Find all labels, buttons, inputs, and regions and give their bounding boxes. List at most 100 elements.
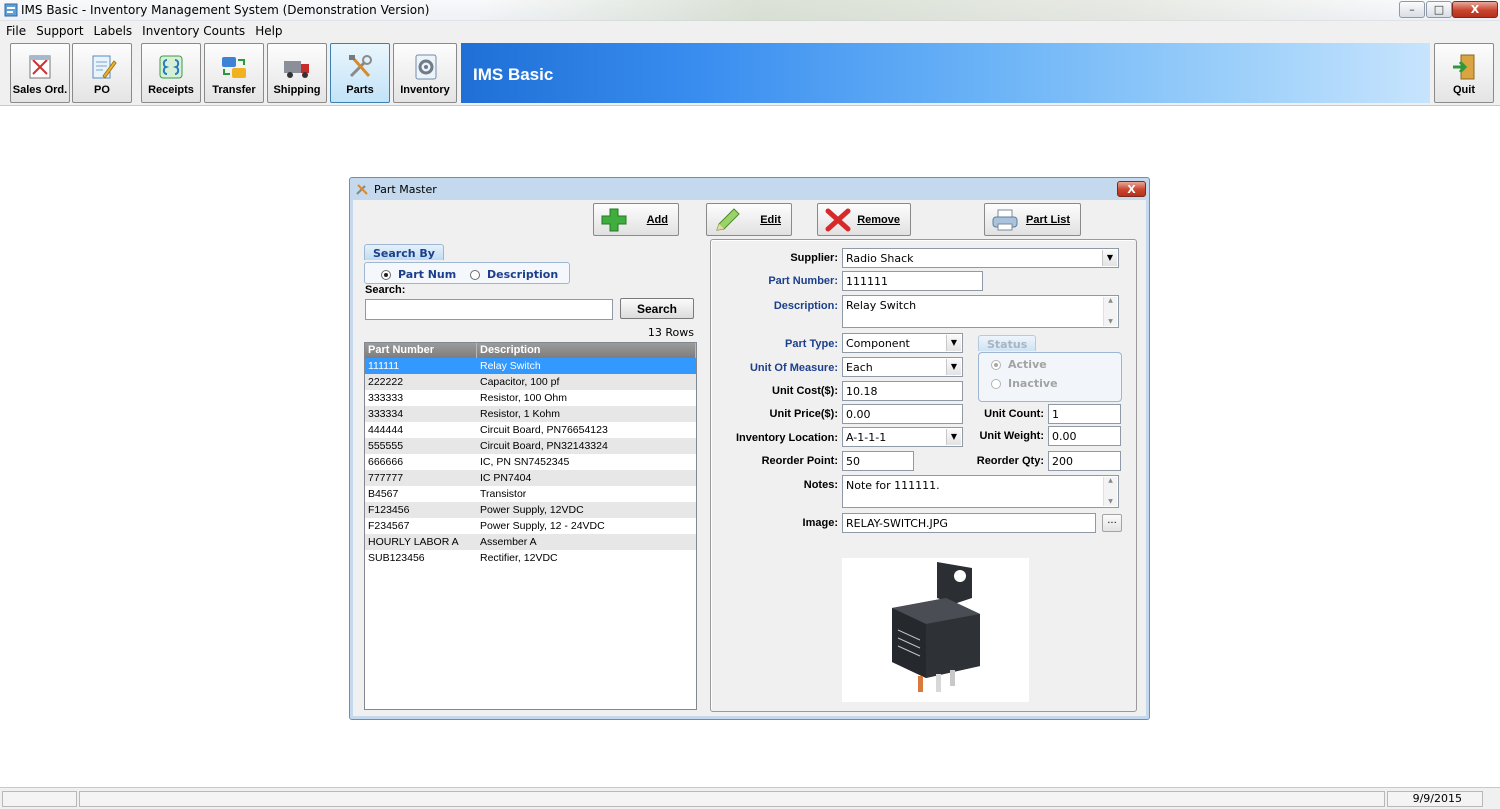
notes-textarea[interactable]: Note for 111111. ▲ ▼ bbox=[842, 475, 1119, 508]
cell-description: Power Supply, 12VDC bbox=[480, 504, 584, 516]
table-row[interactable]: 333333 Resistor, 100 Ohm bbox=[365, 390, 696, 406]
table-row[interactable]: 111111 Relay Switch bbox=[365, 358, 696, 374]
sales-order-label: Sales Ord. bbox=[12, 84, 68, 96]
inventory-location-value: A-1-1-1 bbox=[846, 431, 887, 444]
title-bar-decoration bbox=[480, 0, 1400, 21]
minimize-button[interactable]: – bbox=[1399, 1, 1425, 18]
table-row[interactable]: F234567 Power Supply, 12 - 24VDC bbox=[365, 518, 696, 534]
cell-description: Circuit Board, PN76654123 bbox=[480, 424, 608, 436]
table-row[interactable]: 444444 Circuit Board, PN76654123 bbox=[365, 422, 696, 438]
reorder-point-input[interactable]: 50 bbox=[842, 451, 914, 471]
menu-inventory-counts[interactable]: Inventory Counts bbox=[142, 24, 245, 38]
chevron-down-icon: ▼ bbox=[1102, 250, 1117, 266]
status-bar: 9/9/2015 bbox=[0, 787, 1500, 809]
reorder-qty-input[interactable]: 200 bbox=[1048, 451, 1121, 471]
radio-description[interactable]: Description bbox=[470, 268, 558, 281]
table-row[interactable]: 555555 Circuit Board, PN32143324 bbox=[365, 438, 696, 454]
search-button[interactable]: Search bbox=[620, 298, 694, 319]
transfer-button[interactable]: Transfer bbox=[204, 43, 264, 103]
minimize-icon: – bbox=[1409, 3, 1415, 16]
sales-order-button[interactable]: Sales Ord. bbox=[10, 43, 70, 103]
receipts-button[interactable]: Receipts bbox=[141, 43, 201, 103]
unit-weight-input[interactable]: 0.00 bbox=[1048, 426, 1121, 446]
radio-active: Active bbox=[991, 358, 1047, 371]
parts-grid[interactable]: Part Number Description 111111 Relay Swit… bbox=[364, 342, 697, 710]
column-header-part-number[interactable]: Part Number bbox=[365, 343, 477, 358]
search-label: Search: bbox=[365, 284, 406, 296]
table-row[interactable]: F123456 Power Supply, 12VDC bbox=[365, 502, 696, 518]
close-icon: X bbox=[1127, 182, 1136, 196]
part-type-select[interactable]: Component ▼ bbox=[842, 333, 963, 353]
cell-part-number: 111111 bbox=[368, 360, 400, 372]
unit-count-input[interactable]: 1 bbox=[1048, 404, 1121, 424]
add-button[interactable]: Add bbox=[593, 203, 679, 236]
tools-icon bbox=[349, 55, 372, 78]
po-icon bbox=[92, 55, 117, 79]
shipping-button[interactable]: Shipping bbox=[267, 43, 327, 103]
inventory-location-select[interactable]: A-1-1-1 ▼ bbox=[842, 427, 963, 447]
receipts-label: Receipts bbox=[148, 84, 194, 96]
part-list-button[interactable]: Part List bbox=[984, 203, 1081, 236]
description-textarea[interactable]: Relay Switch ▲ ▼ bbox=[842, 295, 1119, 328]
quit-label: Quit bbox=[1453, 84, 1475, 96]
menu-support[interactable]: Support bbox=[36, 24, 83, 38]
menu-help[interactable]: Help bbox=[255, 24, 282, 38]
notes-scrollbar[interactable]: ▲ ▼ bbox=[1103, 477, 1117, 506]
status-group: Active Inactive bbox=[978, 352, 1122, 402]
supplier-select[interactable]: Radio Shack ▼ bbox=[842, 248, 1119, 268]
table-row[interactable]: 777777 IC PN7404 bbox=[365, 470, 696, 486]
parts-button[interactable]: Parts bbox=[330, 43, 390, 103]
image-path-input[interactable]: RELAY-SWITCH.JPG bbox=[842, 513, 1096, 533]
unit-of-measure-select[interactable]: Each ▼ bbox=[842, 357, 963, 377]
unit-price-input[interactable]: 0.00 bbox=[842, 404, 963, 424]
table-row[interactable]: 333334 Resistor, 1 Kohm bbox=[365, 406, 696, 422]
radio-inactive-label: Inactive bbox=[1008, 377, 1058, 390]
main-toolbar: Sales Ord. PO Receipts Transfer Shipping… bbox=[0, 40, 1500, 106]
close-window-button[interactable]: X bbox=[1452, 1, 1498, 18]
radio-dot-selected bbox=[991, 359, 1001, 370]
cell-part-number: 555555 bbox=[368, 440, 404, 452]
cell-description: Resistor, 1 Kohm bbox=[480, 408, 560, 420]
truck-icon bbox=[284, 61, 309, 78]
status-date: 9/9/2015 bbox=[1412, 792, 1462, 805]
table-row[interactable]: HOURLY LABOR A Assember A bbox=[365, 534, 696, 550]
quit-button[interactable]: Quit bbox=[1434, 43, 1494, 103]
radio-part-num[interactable]: Part Num bbox=[381, 268, 456, 281]
po-button[interactable]: PO bbox=[72, 43, 132, 103]
dialog-close-button[interactable]: X bbox=[1117, 181, 1146, 197]
unit-cost-input[interactable]: 10.18 bbox=[842, 381, 963, 401]
cell-part-number: 333333 bbox=[368, 392, 404, 404]
table-row[interactable]: 222222 Capacitor, 100 pf bbox=[365, 374, 696, 390]
search-input[interactable] bbox=[365, 299, 613, 320]
edit-button[interactable]: Edit bbox=[706, 203, 792, 236]
browse-image-button[interactable]: ... bbox=[1102, 514, 1122, 532]
cell-description: Circuit Board, PN32143324 bbox=[480, 440, 608, 452]
maximize-button[interactable]: □ bbox=[1426, 1, 1452, 18]
cell-description: Transistor bbox=[480, 488, 527, 500]
status-cell-main bbox=[79, 791, 1385, 807]
cell-description: Capacitor, 100 pf bbox=[480, 376, 560, 388]
table-row[interactable]: B4567 Transistor bbox=[365, 486, 696, 502]
description-scrollbar[interactable]: ▲ ▼ bbox=[1103, 297, 1117, 326]
window-title-bar: IMS Basic - Inventory Management System … bbox=[0, 0, 1500, 21]
table-row[interactable]: 666666 IC, PN SN7452345 bbox=[365, 454, 696, 470]
column-header-description[interactable]: Description bbox=[477, 343, 696, 358]
part-number-label: Part Number: bbox=[768, 275, 838, 287]
notes-label: Notes: bbox=[803, 479, 838, 491]
cell-description: Assember A bbox=[480, 536, 537, 548]
maximize-icon: □ bbox=[1433, 3, 1445, 16]
printer-icon bbox=[992, 209, 1018, 231]
menu-labels[interactable]: Labels bbox=[94, 24, 133, 38]
exit-door-icon bbox=[1453, 54, 1475, 80]
cell-part-number: 666666 bbox=[368, 456, 404, 468]
table-row[interactable]: SUB123456 Rectifier, 12VDC bbox=[365, 550, 696, 566]
cell-part-number: 333334 bbox=[368, 408, 404, 420]
cell-part-number: 222222 bbox=[368, 376, 404, 388]
menu-file[interactable]: File bbox=[6, 24, 26, 38]
reorder-qty-label: Reorder Qty: bbox=[976, 455, 1044, 467]
inventory-button[interactable]: Inventory bbox=[393, 43, 457, 103]
notes-value: Note for 111111. bbox=[846, 479, 940, 492]
remove-button[interactable]: Remove bbox=[817, 203, 911, 236]
part-type-value: Component bbox=[846, 337, 910, 350]
part-number-input[interactable]: 111111 bbox=[842, 271, 983, 291]
